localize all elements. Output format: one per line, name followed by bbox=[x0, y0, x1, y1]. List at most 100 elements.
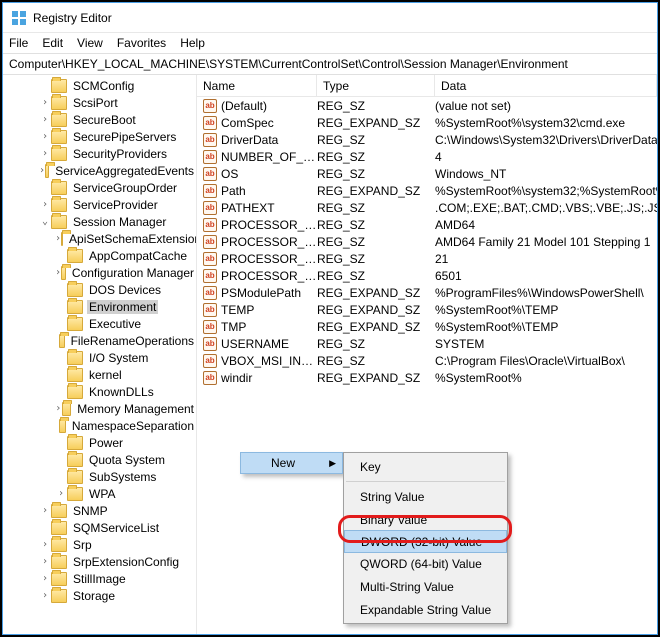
twisty-icon[interactable]: › bbox=[39, 540, 51, 550]
ctx-new[interactable]: New ▶ bbox=[240, 452, 343, 474]
value-row[interactable]: abComSpecREG_EXPAND_SZ%SystemRoot%\syste… bbox=[197, 114, 657, 131]
twisty-icon[interactable]: › bbox=[39, 132, 51, 142]
list-header: Name Type Data bbox=[197, 75, 657, 97]
ctx-expand[interactable]: Expandable String Value bbox=[344, 598, 507, 621]
value-row[interactable]: abPROCESSOR_LE...REG_SZ21 bbox=[197, 250, 657, 267]
titlebar[interactable]: Registry Editor bbox=[3, 3, 657, 33]
ctx-multi[interactable]: Multi-String Value bbox=[344, 575, 507, 598]
value-row[interactable]: abPROCESSOR_RE...REG_SZ6501 bbox=[197, 267, 657, 284]
value-row[interactable]: abNUMBER_OF_PR...REG_SZ4 bbox=[197, 148, 657, 165]
value-row[interactable]: abwindirREG_EXPAND_SZ%SystemRoot% bbox=[197, 369, 657, 386]
value-row[interactable]: abUSERNAMEREG_SZSYSTEM bbox=[197, 335, 657, 352]
tree-pane[interactable]: SCMConfig›ScsiPort›SecureBoot›SecurePipe… bbox=[3, 75, 197, 634]
tree-label: Power bbox=[87, 436, 125, 450]
tree-item[interactable]: KnownDLLs bbox=[3, 383, 196, 400]
string-value-icon: ab bbox=[203, 303, 217, 317]
tree-item[interactable]: I/O System bbox=[3, 349, 196, 366]
value-data: 21 bbox=[435, 252, 657, 266]
string-value-icon: ab bbox=[203, 320, 217, 334]
tree-item[interactable]: Power bbox=[3, 434, 196, 451]
tree-item[interactable]: ›SrpExtensionConfig bbox=[3, 553, 196, 570]
twisty-icon[interactable]: › bbox=[55, 489, 67, 499]
tree-item[interactable]: kernel bbox=[3, 366, 196, 383]
tree-item[interactable]: ›ServiceAggregatedEvents bbox=[3, 162, 196, 179]
value-row[interactable]: abTEMPREG_EXPAND_SZ%SystemRoot%\TEMP bbox=[197, 301, 657, 318]
menu-help[interactable]: Help bbox=[180, 36, 205, 50]
folder-icon bbox=[67, 385, 83, 399]
tree-item[interactable]: ›ScsiPort bbox=[3, 94, 196, 111]
value-row[interactable]: abVBOX_MSI_INST...REG_SZC:\Program Files… bbox=[197, 352, 657, 369]
tree-item[interactable]: ›SecurePipeServers bbox=[3, 128, 196, 145]
value-type: REG_SZ bbox=[317, 354, 435, 368]
tree-item[interactable]: › SecureBoot bbox=[3, 111, 196, 128]
tree-item[interactable]: NamespaceSeparation bbox=[3, 417, 196, 434]
tree-item[interactable]: ›StillImage bbox=[3, 570, 196, 587]
menu-edit[interactable]: Edit bbox=[42, 36, 63, 50]
value-row[interactable]: abOSREG_SZWindows_NT bbox=[197, 165, 657, 182]
tree-item[interactable]: ›Storage bbox=[3, 587, 196, 604]
tree-item[interactable]: SQMServiceList bbox=[3, 519, 196, 536]
tree-item[interactable]: ›Configuration Manager bbox=[3, 264, 196, 281]
value-row[interactable]: abTMPREG_EXPAND_SZ%SystemRoot%\TEMP bbox=[197, 318, 657, 335]
tree-item[interactable]: Environment bbox=[3, 298, 196, 315]
tree-label: ServiceGroupOrder bbox=[71, 181, 179, 195]
twisty-icon[interactable]: › bbox=[39, 98, 51, 108]
tree-item[interactable]: ServiceGroupOrder bbox=[3, 179, 196, 196]
ctx-qword[interactable]: QWORD (64-bit) Value bbox=[344, 552, 507, 575]
tree-item[interactable]: ›ApiSetSchemaExtensions bbox=[3, 230, 196, 247]
col-data[interactable]: Data bbox=[435, 75, 657, 96]
tree-item[interactable]: Quota System bbox=[3, 451, 196, 468]
menu-favorites[interactable]: Favorites bbox=[117, 36, 166, 50]
ctx-dword[interactable]: DWORD (32-bit) Value bbox=[344, 530, 507, 553]
twisty-icon[interactable]: › bbox=[39, 574, 51, 584]
folder-icon bbox=[51, 504, 67, 518]
menu-file[interactable]: File bbox=[9, 36, 28, 50]
tree-item[interactable]: FileRenameOperations bbox=[3, 332, 196, 349]
folder-icon bbox=[51, 555, 67, 569]
tree-item[interactable]: ›SNMP bbox=[3, 502, 196, 519]
twisty-icon[interactable]: ⌄ bbox=[39, 217, 51, 227]
value-row[interactable]: abPSModulePathREG_EXPAND_SZ%ProgramFiles… bbox=[197, 284, 657, 301]
menu-view[interactable]: View bbox=[77, 36, 103, 50]
tree-item[interactable]: Executive bbox=[3, 315, 196, 332]
ctx-binary[interactable]: Binary Value bbox=[344, 508, 507, 531]
tree-label: DOS Devices bbox=[87, 283, 163, 297]
value-row[interactable]: abPathREG_EXPAND_SZ%SystemRoot%\system32… bbox=[197, 182, 657, 199]
tree-item[interactable]: SubSystems bbox=[3, 468, 196, 485]
tree-item[interactable]: ›Memory Management bbox=[3, 400, 196, 417]
address-bar[interactable]: Computer\HKEY_LOCAL_MACHINE\SYSTEM\Curre… bbox=[3, 53, 657, 75]
tree-label: SecureBoot bbox=[71, 113, 138, 127]
list-body[interactable]: ab(Default)REG_SZ(value not set)abComSpe… bbox=[197, 97, 657, 386]
tree-item[interactable]: ›SecurityProviders bbox=[3, 145, 196, 162]
value-row[interactable]: abDriverDataREG_SZC:\Windows\System32\Dr… bbox=[197, 131, 657, 148]
tree-item[interactable]: ›Srp bbox=[3, 536, 196, 553]
tree-item[interactable]: › WPA bbox=[3, 485, 196, 502]
tree-item[interactable]: ›ServiceProvider bbox=[3, 196, 196, 213]
value-data: SYSTEM bbox=[435, 337, 657, 351]
tree-item[interactable]: AppCompatCache bbox=[3, 247, 196, 264]
value-row[interactable]: abPROCESSOR_AR...REG_SZAMD64 bbox=[197, 216, 657, 233]
twisty-icon[interactable]: › bbox=[39, 149, 51, 159]
tree-item[interactable]: ⌄Session Manager bbox=[3, 213, 196, 230]
value-row[interactable]: abPROCESSOR_IDE...REG_SZAMD64 Family 21 … bbox=[197, 233, 657, 250]
tree-label: I/O System bbox=[87, 351, 150, 365]
twisty-icon[interactable]: › bbox=[39, 115, 51, 125]
twisty-icon[interactable]: › bbox=[39, 557, 51, 567]
value-data: 4 bbox=[435, 150, 657, 164]
ctx-string[interactable]: String Value bbox=[344, 485, 507, 508]
folder-icon bbox=[51, 572, 67, 586]
ctx-key[interactable]: Key bbox=[344, 455, 507, 478]
col-type[interactable]: Type bbox=[317, 75, 435, 96]
tree-item[interactable]: DOS Devices bbox=[3, 281, 196, 298]
string-value-icon: ab bbox=[203, 133, 217, 147]
tree-label: WPA bbox=[87, 487, 117, 501]
value-row[interactable]: abPATHEXTREG_SZ.COM;.EXE;.BAT;.CMD;.VBS;… bbox=[197, 199, 657, 216]
twisty-icon[interactable]: › bbox=[39, 506, 51, 516]
col-name[interactable]: Name bbox=[197, 75, 317, 96]
context-menu-new: Key String Value Binary Value DWORD (32-… bbox=[343, 452, 508, 624]
tree-item[interactable]: SCMConfig bbox=[3, 77, 196, 94]
value-row[interactable]: ab(Default)REG_SZ(value not set) bbox=[197, 97, 657, 114]
twisty-icon[interactable]: › bbox=[39, 200, 51, 210]
twisty-icon[interactable]: › bbox=[39, 591, 51, 601]
twisty-icon[interactable]: › bbox=[55, 404, 62, 414]
